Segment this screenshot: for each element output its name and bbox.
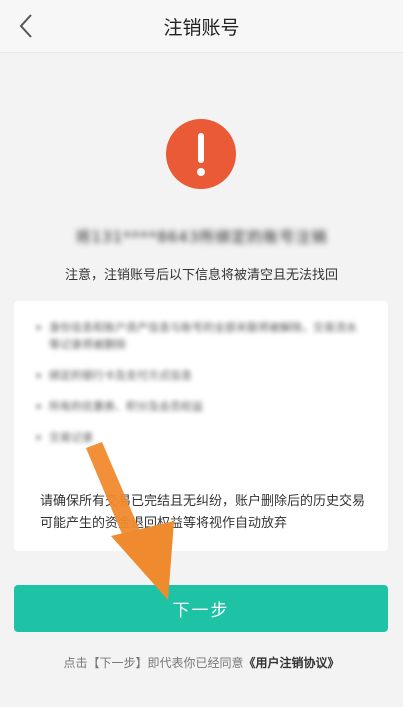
chevron-left-icon <box>19 14 32 38</box>
list-item: 身份信息和账户资产信息与账号的全部关联将被解除，交易流水等记录将被删除 <box>36 319 366 353</box>
info-card: 身份信息和账户资产信息与账号的全部关联将被解除，交易流水等记录将被删除 绑定的银… <box>14 301 388 551</box>
page-title: 注销账号 <box>163 16 240 39</box>
agreement-text: 点击【下一步】即代表你已经同意《用户注销协议》 <box>0 654 403 671</box>
bullet-icon <box>36 435 41 440</box>
account-line: 将131****8643所绑定的账号注销 <box>75 228 328 246</box>
exclamation-icon <box>166 119 236 189</box>
list-item: 所有的优惠券、积分及会员权益 <box>36 398 366 415</box>
list-item: 交易记录 <box>36 429 366 446</box>
bullet-icon <box>36 404 41 409</box>
warning-text: 请确保所有交易已完结且无纠纷，账户删除后的历史交易可能产生的资金退回权益等将视作… <box>40 494 366 531</box>
notice-text: 注意，注销账号后以下信息将被清空且无法找回 <box>64 268 338 283</box>
back-button[interactable] <box>10 10 42 42</box>
list-item: 绑定的银行卡及支付方式信息 <box>36 367 366 384</box>
agreement-link[interactable]: 《用户注销协议》 <box>244 656 340 670</box>
cleared-items-list: 身份信息和账户资产信息与账号的全部关联将被解除，交易流水等记录将被删除 绑定的银… <box>36 319 366 460</box>
agreement-prefix: 点击【下一步】即代表你已经同意 <box>63 656 244 670</box>
header-bar: 注销账号 <box>0 0 403 53</box>
bullet-icon <box>36 325 41 330</box>
next-step-button[interactable]: 下一步 <box>14 585 388 632</box>
bullet-icon <box>36 373 41 378</box>
